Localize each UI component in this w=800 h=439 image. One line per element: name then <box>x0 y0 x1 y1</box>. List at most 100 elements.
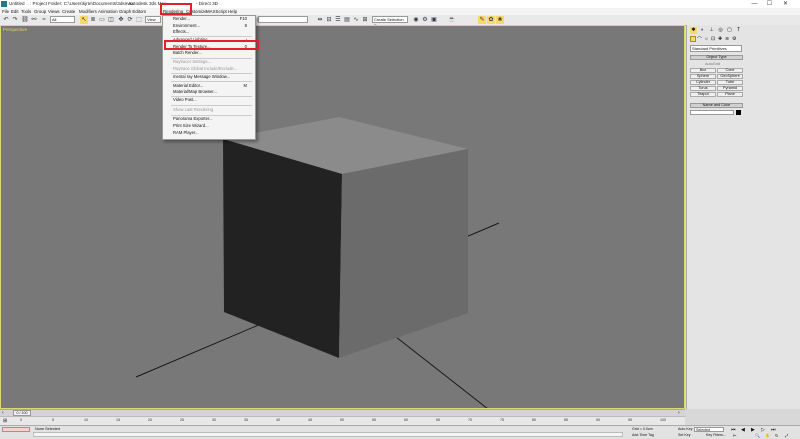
menu-maxscript[interactable]: MAXScript <box>206 9 227 14</box>
menu-item-video-post[interactable]: Video Post... <box>173 97 252 103</box>
geometry-icon[interactable] <box>690 36 696 42</box>
teapot-button[interactable]: Teapot <box>690 92 716 97</box>
menu-item-ram-player[interactable]: RAM Player... <box>173 130 252 136</box>
cone-button[interactable]: Cone <box>717 68 743 73</box>
display-tab-icon[interactable]: ▢ <box>726 27 733 34</box>
redo-icon[interactable]: ↷ <box>11 16 19 24</box>
cube-right-face[interactable] <box>339 149 468 358</box>
cube-left-face[interactable] <box>223 139 342 358</box>
plane-button[interactable]: Plane <box>717 92 743 97</box>
box-button[interactable]: Box <box>690 68 716 73</box>
menu-views[interactable]: Views <box>48 9 60 14</box>
menu-item-batch-render[interactable]: Batch Render... <box>173 50 252 56</box>
object-color-swatch[interactable] <box>736 110 741 115</box>
cameras-icon[interactable]: ⊡ <box>711 36 715 42</box>
mini-curve-editor-icon[interactable]: ⊞ <box>3 418 7 424</box>
autogrid-checkbox[interactable]: AutoGrid <box>705 62 720 66</box>
maxscript-listener-mini[interactable] <box>2 427 30 432</box>
menu-item-render[interactable]: Render... F10 <box>173 16 252 22</box>
menu-item-panorama-exporter[interactable]: Panorama Exporter... <box>173 116 252 122</box>
object-type-rollout-header[interactable]: Object Type <box>690 55 743 60</box>
render-iterative-icon[interactable]: ❀ <box>496 16 504 24</box>
minimize-button[interactable]: — <box>748 0 761 8</box>
bind-space-warp-icon[interactable]: ≈ <box>40 16 48 24</box>
close-button[interactable]: ✕ <box>779 0 792 8</box>
scene-canvas[interactable] <box>1 26 685 409</box>
edit-tool-icon[interactable]: ✎ <box>478 16 486 24</box>
menu-file[interactable]: File <box>2 9 9 14</box>
graphite-ribbon-icon[interactable]: ▤ <box>343 16 351 24</box>
pyramid-button[interactable]: Pyramid <box>717 86 743 91</box>
add-time-tag-button[interactable]: Add Time Tag <box>632 433 654 437</box>
select-scale-icon[interactable]: ⬚ <box>135 16 143 24</box>
select-move-icon[interactable]: ✥ <box>117 16 125 24</box>
unlink-icon[interactable]: ⚯ <box>30 16 38 24</box>
menu-graph-editors[interactable]: Graph Editors <box>119 9 146 14</box>
hierarchy-tab-icon[interactable]: ⊥ <box>708 27 715 34</box>
select-link-icon[interactable]: ⛓ <box>21 16 29 24</box>
helpers-icon[interactable]: ✚ <box>718 36 722 42</box>
menu-edit[interactable]: Edit <box>11 9 19 14</box>
prev-key-icon[interactable]: ◀ <box>741 427 745 433</box>
cylinder-button[interactable]: Cylinder <box>690 80 716 85</box>
curve-editor-icon[interactable]: ∿ <box>352 16 360 24</box>
zoom-icon[interactable]: 🔍 <box>755 433 760 438</box>
schematic-view-icon[interactable]: ⊞ <box>361 16 369 24</box>
menu-item-effects[interactable]: Effects... <box>173 29 252 35</box>
perspective-viewport[interactable]: Perspective <box>0 25 685 409</box>
systems-icon[interactable]: ⚙ <box>732 36 736 42</box>
space-warps-icon[interactable]: ≋ <box>725 36 729 42</box>
key-mode-toggle-icon[interactable]: ⊢ <box>733 433 736 438</box>
status-bar: None Selected Grid = 0.0cm Add Time Tag … <box>0 425 800 439</box>
sphere-button[interactable]: Sphere <box>690 74 716 79</box>
primitive-category-dropdown[interactable]: Standard Primitives <box>690 45 742 52</box>
create-tab-icon[interactable]: ✱ <box>690 27 697 34</box>
modify-tab-icon[interactable]: ◐ <box>699 27 706 34</box>
object-name-field[interactable] <box>690 110 734 115</box>
torus-button[interactable]: Torus <box>690 86 716 91</box>
set-key-button[interactable]: Set Key <box>678 433 691 437</box>
menu-animation[interactable]: Animation <box>98 9 118 14</box>
align-icon[interactable]: ⊟ <box>325 16 333 24</box>
orbit-icon[interactable]: ↻ <box>775 433 778 438</box>
tube-button[interactable]: Tube <box>717 80 743 85</box>
select-rotate-icon[interactable]: ⟳ <box>126 16 134 24</box>
maximize-viewport-icon[interactable]: ⤢ <box>785 433 788 438</box>
select-object-icon[interactable]: ↖ <box>80 16 88 24</box>
menu-item-mental-ray-message-window[interactable]: mental ray Message Window... <box>173 74 252 80</box>
key-mode-dropdown[interactable]: Selected <box>694 427 724 432</box>
pan-view-icon[interactable]: ✋ <box>765 433 770 438</box>
rendered-frame-window-icon[interactable]: ▣ <box>430 16 438 24</box>
utilities-tab-icon[interactable]: T <box>735 27 742 34</box>
menu-item-print-size-wizard[interactable]: Print Size Wizard... <box>173 123 252 129</box>
named-selection-sets-dropdown[interactable] <box>258 16 308 23</box>
rectangular-selection-icon[interactable]: ▭ <box>98 16 106 24</box>
render-setup-icon[interactable]: ⚙ <box>421 16 429 24</box>
menu-modifiers[interactable]: Modifiers <box>79 9 97 14</box>
geosphere-button[interactable]: GeoSphere <box>717 74 743 79</box>
key-filters-button[interactable]: Key Filters... <box>706 433 726 437</box>
shapes-icon[interactable]: ⌒ <box>697 36 702 43</box>
render-production-icon[interactable]: ☕ <box>448 16 456 24</box>
select-by-name-icon[interactable]: ≣ <box>89 16 97 24</box>
command-panel: ✱ ◐ ⊥ ◎ ▢ T ⌒ ☼ ⊡ ✚ ≋ ⚙ Standard Primiti… <box>686 25 800 409</box>
menu-help[interactable]: Help <box>228 9 237 14</box>
maximize-button[interactable]: ☐ <box>763 0 776 8</box>
quick-render-icon[interactable]: ✿ <box>487 16 495 24</box>
create-selection-set-dropdown[interactable]: Create Selection Se <box>372 16 408 28</box>
mirror-icon[interactable]: ⇹ <box>316 16 324 24</box>
name-and-color-rollout-header[interactable]: Name and Color <box>690 103 743 108</box>
material-editor-icon[interactable]: ◉ <box>412 16 420 24</box>
menu-create[interactable]: Create <box>62 9 75 14</box>
reference-coordinate-dropdown[interactable]: View <box>145 16 161 23</box>
menu-group[interactable]: Group <box>34 9 46 14</box>
window-crossing-icon[interactable]: ◫ <box>107 16 115 24</box>
menu-item-material-map-browser[interactable]: Material/Map Browser... <box>173 89 252 95</box>
menu-tools[interactable]: Tools <box>21 9 31 14</box>
motion-tab-icon[interactable]: ◎ <box>717 27 724 34</box>
selection-filter-dropdown[interactable]: All <box>50 16 75 23</box>
lights-icon[interactable]: ☼ <box>704 36 709 42</box>
undo-icon[interactable]: ↶ <box>2 16 10 24</box>
auto-key-button[interactable]: Auto Key <box>678 427 693 431</box>
layer-manager-icon[interactable]: ☰ <box>334 16 342 24</box>
